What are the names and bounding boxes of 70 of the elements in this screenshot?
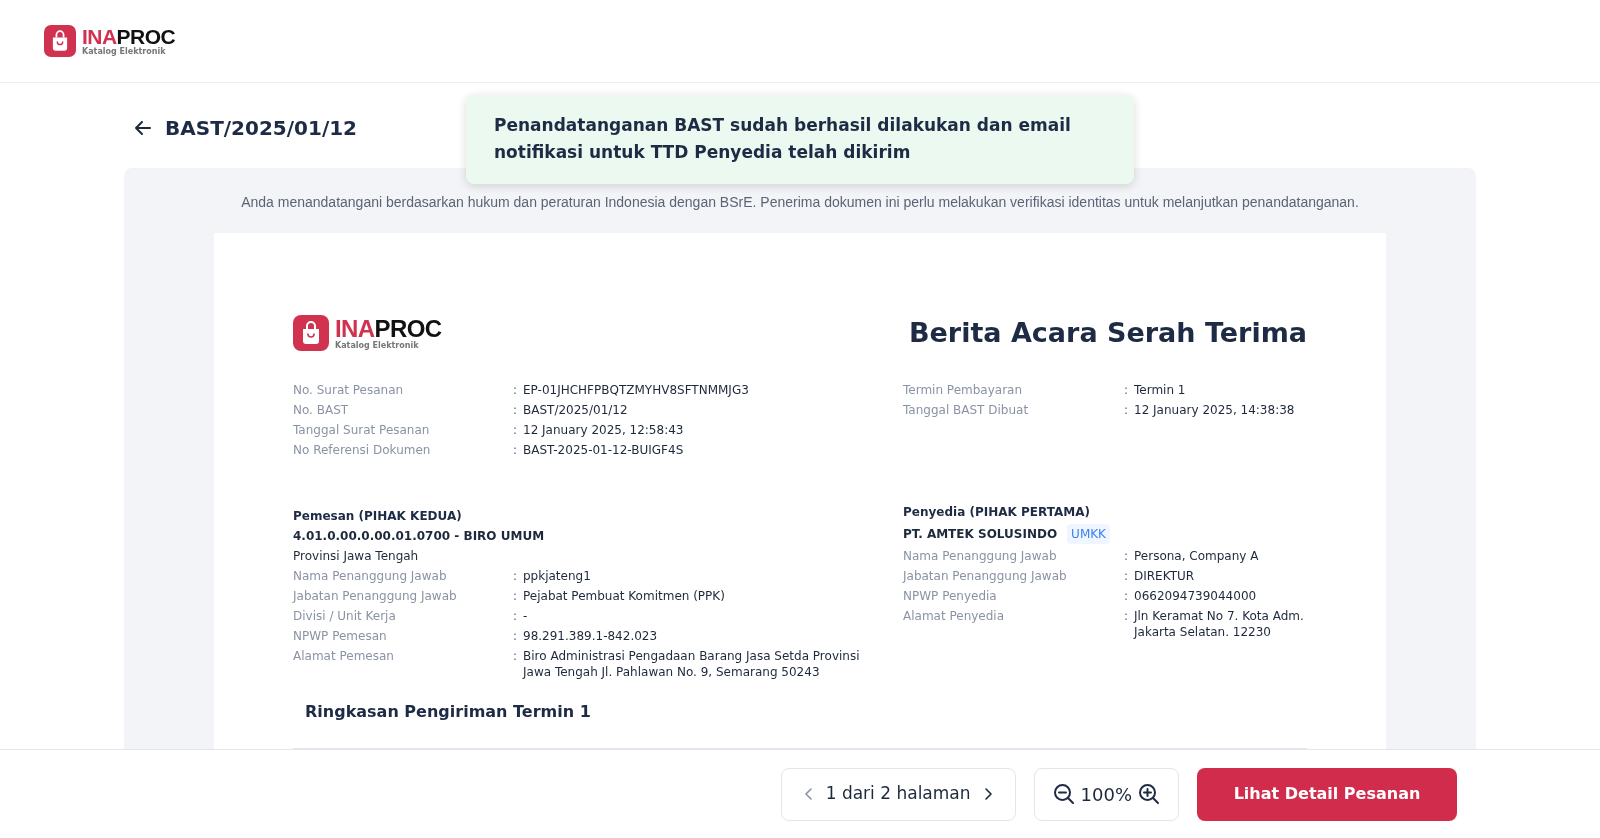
colon: : bbox=[1124, 607, 1130, 625]
field-value: 0662094739044000 bbox=[1134, 587, 1257, 604]
colon: : bbox=[1124, 381, 1130, 398]
field-label: Jabatan Penanggung Jawab bbox=[293, 587, 458, 604]
field-label: Alamat Pemesan bbox=[293, 647, 395, 665]
logo-tagline: Katalog Elektronik bbox=[82, 48, 167, 56]
colon: : bbox=[513, 421, 519, 438]
colon: : bbox=[513, 647, 519, 665]
umkk-badge: UMKK bbox=[1067, 523, 1110, 544]
field-value: Biro Administrasi Pengadaan Barang Jasa Setda Provinsi Jawa Tengah Jl. Pahlawan No. 9, Semarang 50243 bbox=[523, 647, 861, 680]
party-name: PT. AMTEK SOLUSINDO bbox=[903, 525, 1058, 542]
field-label: Nama Penanggung Jawab bbox=[293, 567, 448, 584]
field-label: NPWP Pemesan bbox=[293, 627, 388, 644]
field-label: NPWP Penyedia bbox=[903, 587, 998, 604]
party-region: Provinsi Jawa Tengah bbox=[293, 547, 420, 564]
success-toast: Penandatanganan BAST sudah berhasil dilakukan dan email notifikasi untuk TTD Penyedia telah dikirim bbox=[466, 95, 1134, 184]
colon: : bbox=[513, 401, 519, 418]
field-label: Tanggal Surat Pesanan bbox=[293, 421, 431, 438]
colon: : bbox=[1124, 401, 1130, 418]
party-heading: Penyedia (PIHAK PERTAMA) bbox=[903, 503, 1091, 520]
colon: : bbox=[513, 381, 519, 398]
field-value: ppkjateng1 bbox=[523, 567, 591, 584]
field-value: DIREKTUR bbox=[1134, 567, 1195, 584]
page-indicator: 1 dari 2 halaman bbox=[825, 782, 971, 806]
colon: : bbox=[1124, 587, 1130, 604]
field-value: BAST/2025/01/12 bbox=[523, 401, 628, 418]
party-heading: Pemesan (PIHAK KEDUA) bbox=[293, 507, 463, 524]
colon: : bbox=[513, 587, 519, 604]
logo-tagline: Katalog Elektronik bbox=[335, 341, 420, 350]
zoom-out-icon[interactable] bbox=[1052, 783, 1075, 805]
field-label: No. Surat Pesanan bbox=[293, 381, 405, 398]
field-label: Jabatan Penanggung Jawab bbox=[903, 567, 1068, 584]
field-label: No. BAST bbox=[293, 401, 350, 418]
field-label: Tanggal BAST Dibuat bbox=[903, 401, 1030, 418]
field-label: Alamat Penyedia bbox=[903, 607, 1006, 625]
colon: : bbox=[1124, 567, 1130, 584]
logo-text: PROC bbox=[116, 26, 176, 47]
shopping-bag-logo-icon bbox=[44, 25, 76, 57]
colon: : bbox=[513, 607, 519, 624]
back-arrow-icon[interactable] bbox=[133, 118, 153, 138]
field-label: No Referensi Dokumen bbox=[293, 441, 432, 458]
field-value: Termin 1 bbox=[1134, 381, 1186, 398]
page-title: BAST/2025/01/12 bbox=[165, 115, 357, 142]
view-order-detail-button[interactable]: Lihat Detail Pesanan bbox=[1197, 767, 1457, 821]
section-heading: Ringkasan Pengiriman Termin 1 bbox=[305, 700, 592, 723]
field-label: Divisi / Unit Kerja bbox=[293, 607, 397, 624]
field-value: EP-01JHCHFPBQTZMYHV8SFTNMMJG3 bbox=[523, 381, 749, 398]
field-value: Pejabat Pembuat Komitmen (PPK) bbox=[523, 587, 725, 604]
field-label: Nama Penanggung Jawab bbox=[903, 547, 1058, 564]
shopping-bag-logo-icon bbox=[293, 315, 329, 352]
zoom-in-icon[interactable] bbox=[1138, 783, 1160, 805]
field-value: 12 January 2025, 12:58:43 bbox=[523, 421, 684, 438]
logo-text: PROC bbox=[374, 316, 442, 341]
field-value: Jln Keramat No 7. Kota Adm. Jakarta Selatan. 12230 bbox=[1134, 607, 1305, 640]
field-value: - bbox=[523, 607, 528, 624]
zoom-level: 100% bbox=[1080, 782, 1132, 807]
field-label: Termin Pembayaran bbox=[903, 381, 1024, 398]
party-name: 4.01.0.00.0.00.01.0700 - BIRO UMUM bbox=[293, 527, 546, 544]
colon: : bbox=[513, 441, 519, 458]
logo-text: INA bbox=[82, 26, 117, 47]
colon: : bbox=[1124, 547, 1130, 564]
field-value: 12 January 2025, 14:38:38 bbox=[1134, 401, 1295, 418]
document-title: Berita Acara Serah Terima bbox=[908, 316, 1307, 350]
colon: : bbox=[513, 567, 519, 584]
colon: : bbox=[513, 627, 519, 644]
notice-text: Anda menandatangani berdasarkan hukum dan peraturan Indonesia dengan BSrE. Penerima dokumen ini perlu melakukan verifikasi identitas untuk melanjutkan penandatanganan. bbox=[240, 193, 1360, 212]
logo-text: INA bbox=[335, 316, 375, 341]
field-value: BAST-2025-01-12-BUIGF4S bbox=[523, 441, 684, 458]
field-value: 98.291.389.1-842.023 bbox=[523, 627, 658, 644]
field-value: Persona, Company A bbox=[1134, 547, 1259, 564]
